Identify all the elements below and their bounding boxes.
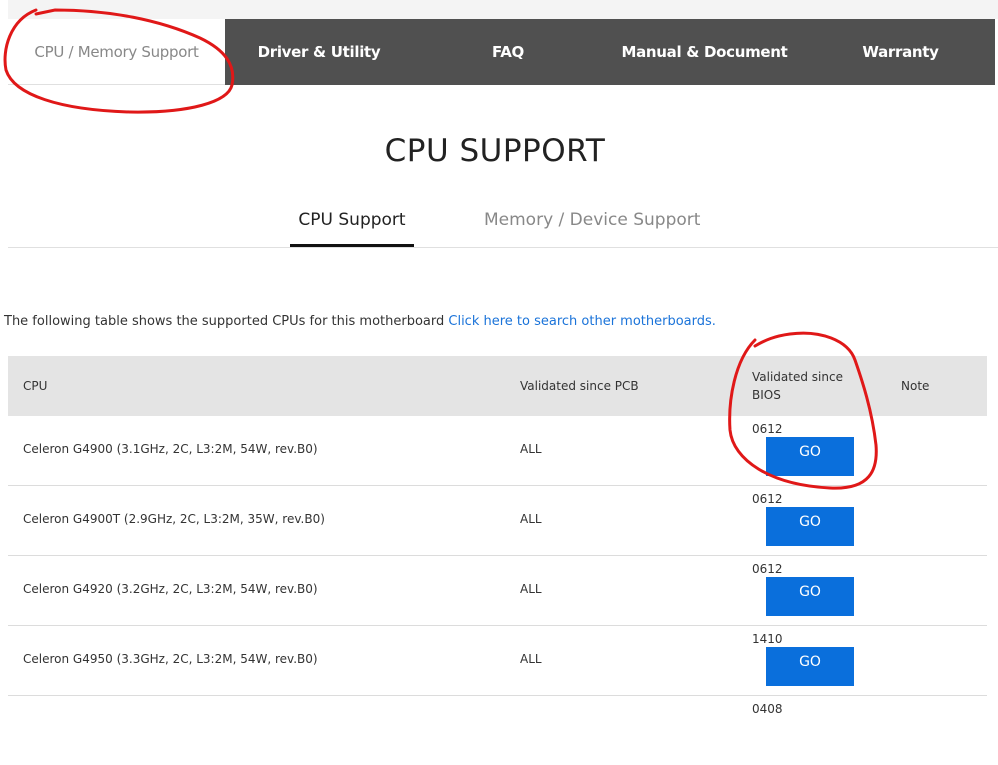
go-button[interactable]: GO (766, 507, 854, 546)
nav-tab-driver-utility[interactable]: Driver & Utility (225, 19, 413, 85)
pcb-version: ALL (520, 442, 542, 456)
bios-version: 1410 (752, 632, 783, 646)
table-header: CPU Validated since PCB Validated since … (8, 356, 987, 416)
active-subtab-indicator (290, 244, 414, 247)
bios-version: 0408 (752, 702, 783, 716)
support-subtabs: CPU Support Memory / Device Support (8, 200, 998, 248)
bios-version: 0612 (752, 492, 783, 506)
table-row: Celeron G4900T (2.9GHz, 2C, L3:2M, 35W, … (8, 486, 987, 556)
top-strip (8, 0, 998, 19)
intro-description: The following table shows the supported … (4, 314, 449, 329)
subtab-memory-device-support[interactable]: Memory / Device Support (484, 210, 700, 230)
table-row: 0408 (8, 696, 987, 765)
cpu-name: Celeron G4950 (3.3GHz, 2C, L3:2M, 54W, r… (23, 652, 318, 666)
bios-version: 0612 (752, 422, 783, 436)
go-button[interactable]: GO (766, 577, 854, 616)
cpu-name: Celeron G4920 (3.2GHz, 2C, L3:2M, 54W, r… (23, 582, 318, 596)
subtab-cpu-support[interactable]: CPU Support (290, 210, 414, 230)
nav-tab-warranty[interactable]: Warranty (806, 19, 995, 85)
cpu-name: Celeron G4900T (2.9GHz, 2C, L3:2M, 35W, … (23, 512, 325, 526)
cpu-support-table: CPU Validated since PCB Validated since … (8, 356, 987, 765)
table-row: Celeron G4920 (3.2GHz, 2C, L3:2M, 54W, r… (8, 556, 987, 626)
product-nav: CPU / Memory Support Driver & Utility FA… (8, 19, 995, 85)
go-button[interactable]: GO (766, 437, 854, 476)
header-note: Note (901, 379, 930, 393)
table-row: Celeron G4950 (3.3GHz, 2C, L3:2M, 54W, r… (8, 626, 987, 696)
nav-tab-faq[interactable]: FAQ (413, 19, 603, 85)
intro-text: The following table shows the supported … (4, 314, 716, 329)
header-cpu: CPU (23, 379, 48, 393)
header-validated-bios: Validated since BIOS (752, 370, 843, 402)
table-row: Celeron G4900 (3.1GHz, 2C, L3:2M, 54W, r… (8, 416, 987, 486)
cpu-name: Celeron G4900 (3.1GHz, 2C, L3:2M, 54W, r… (23, 442, 318, 456)
pcb-version: ALL (520, 652, 542, 666)
go-button[interactable]: GO (766, 647, 854, 686)
pcb-version: ALL (520, 582, 542, 596)
pcb-version: ALL (520, 512, 542, 526)
nav-tab-cpu-memory-support[interactable]: CPU / Memory Support (8, 19, 225, 85)
page-title: CPU SUPPORT (384, 133, 606, 169)
nav-tab-manual-document[interactable]: Manual & Document (603, 19, 806, 85)
bios-version: 0612 (752, 562, 783, 576)
search-other-motherboards-link[interactable]: Click here to search other motherboards. (448, 314, 716, 329)
header-validated-pcb: Validated since PCB (520, 379, 639, 393)
